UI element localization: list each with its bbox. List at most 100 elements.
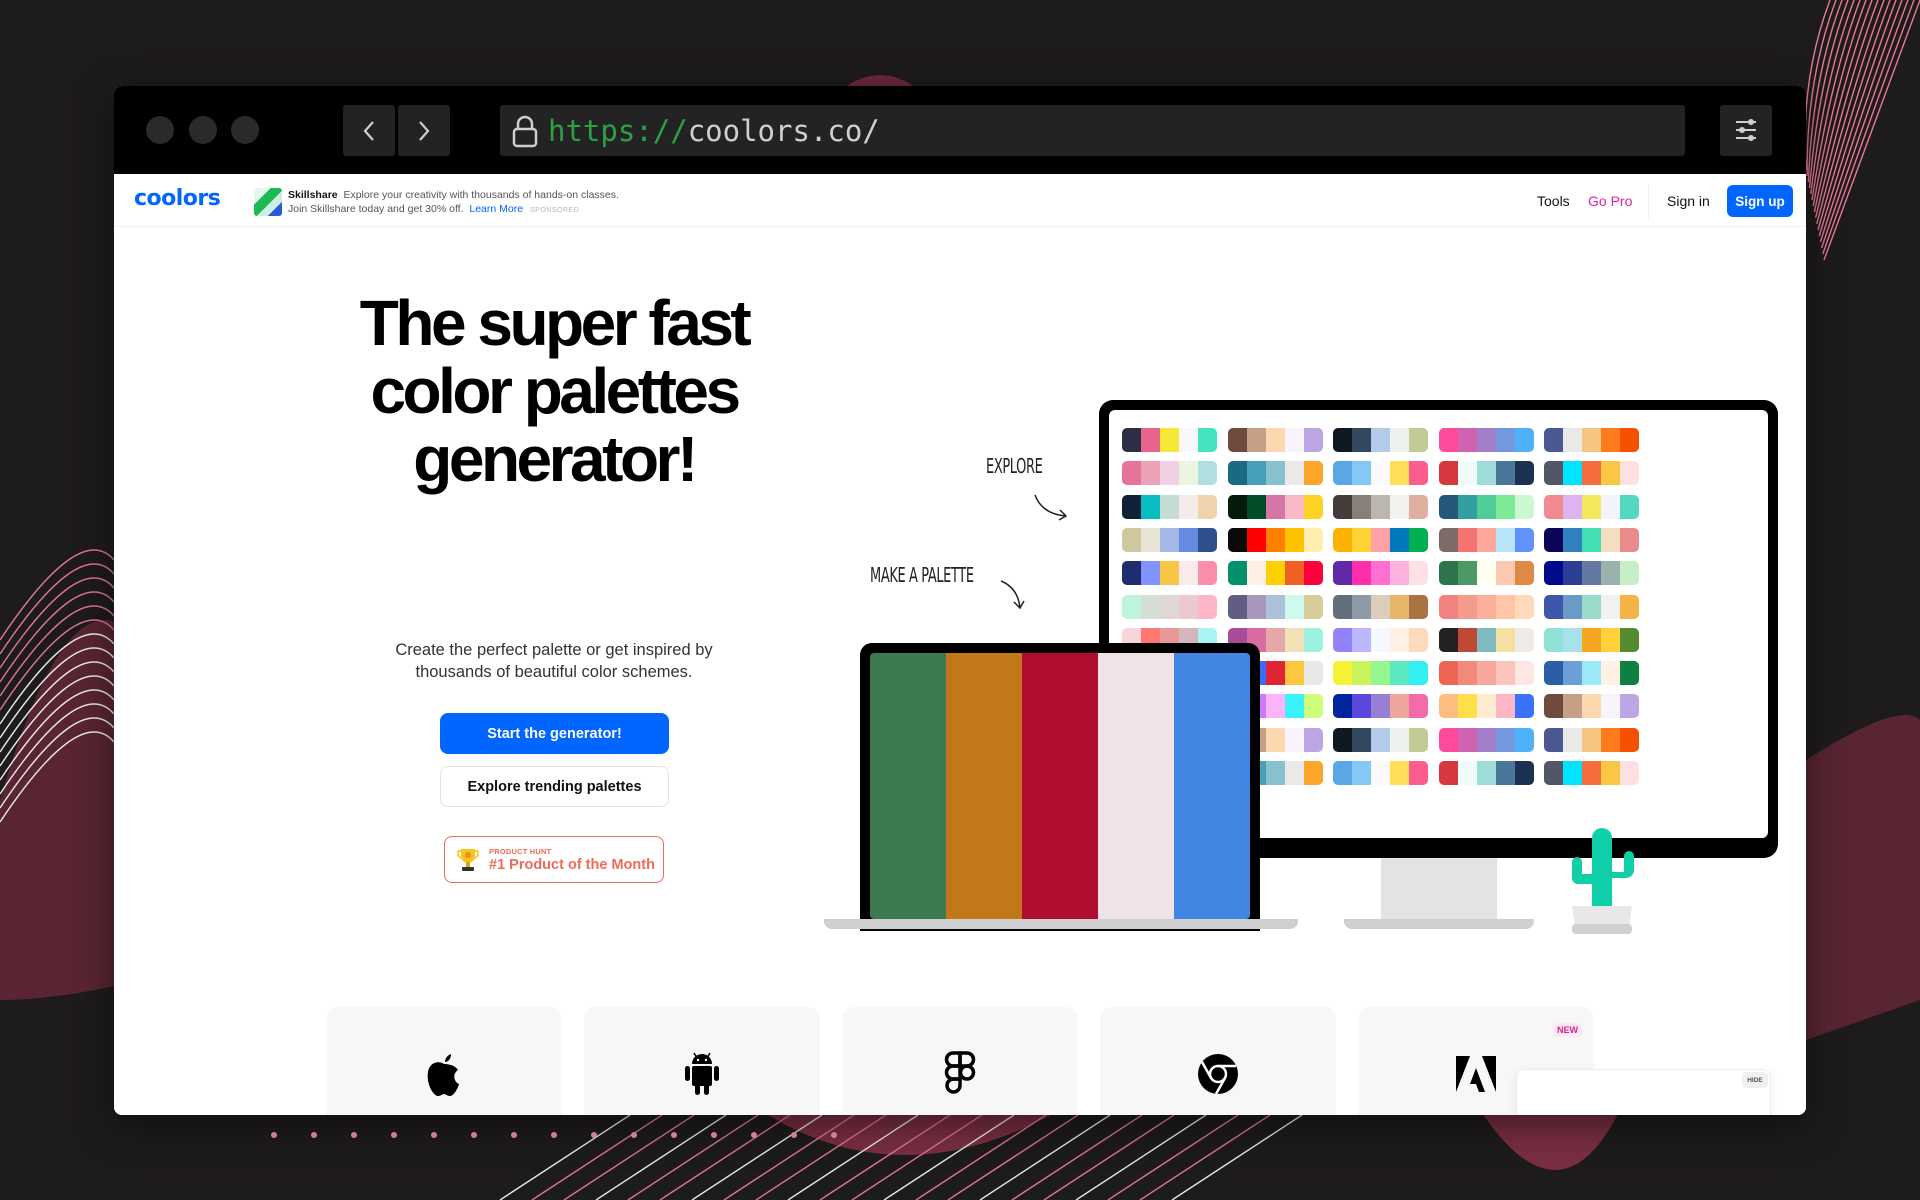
palette-swatch: [1303, 661, 1323, 686]
palette-thumbnail: [1438, 727, 1534, 752]
palette-swatch: [1563, 694, 1582, 719]
browser-menu-button[interactable]: [1720, 105, 1772, 156]
palette-swatch: [1333, 727, 1352, 752]
palette-swatch: [1303, 761, 1323, 785]
palette-swatch: [1620, 727, 1639, 752]
feature-card-android-app[interactable]: Android AppThousands of palettes in your…: [584, 1007, 820, 1115]
palette-swatch: [1476, 694, 1496, 719]
laptop-swatch: [946, 653, 1022, 919]
nav-go-pro[interactable]: Go Pro: [1588, 174, 1632, 227]
palette-swatch: [1495, 627, 1515, 652]
palette-swatch: [1390, 694, 1409, 719]
palette-swatch: [1227, 594, 1247, 619]
hero-subtitle-line: thousands of beautiful color schemes.: [415, 663, 693, 681]
palette-swatch: [1141, 527, 1160, 552]
coolors-logo[interactable]: coolors: [134, 186, 221, 211]
palette-thumbnail: [1122, 428, 1217, 452]
sign-in-link[interactable]: Sign in: [1667, 174, 1710, 227]
palette-swatch: [1620, 761, 1639, 785]
chrome-icon: [1196, 1049, 1240, 1099]
explore-annotation: EXPLORE: [986, 454, 1043, 478]
palette-swatch: [1495, 461, 1515, 486]
palette-swatch: [1265, 661, 1285, 686]
palette-swatch: [1303, 461, 1323, 486]
palette-swatch: [1265, 594, 1285, 619]
palette-swatch: [1582, 727, 1601, 752]
product-hunt-badge[interactable]: PRODUCT HUNT #1 Product of the Month: [444, 836, 664, 883]
nav-tools[interactable]: Tools: [1537, 174, 1570, 227]
palette-thumbnail: [1333, 461, 1428, 486]
palette-swatch: [1544, 594, 1563, 619]
palette-swatch: [1582, 627, 1601, 652]
palette-swatch: [1563, 527, 1582, 552]
palette-swatch: [1582, 428, 1601, 452]
palette-swatch: [1495, 561, 1515, 586]
palette-swatch: [1141, 461, 1160, 486]
palette-swatch: [1514, 627, 1534, 652]
bg-dot: [311, 1132, 317, 1138]
start-generator-button[interactable]: Start the generator!: [440, 713, 669, 754]
palette-swatch: [1265, 527, 1285, 552]
palette-swatch: [1303, 627, 1323, 652]
palette-swatch: [1160, 494, 1179, 519]
forward-button[interactable]: [398, 105, 450, 156]
palette-thumbnail: [1333, 661, 1428, 686]
palette-swatch: [1246, 461, 1266, 486]
url-host: coolors.co/: [687, 113, 880, 148]
sponsored-ad[interactable]: Skillshare Explore your creativity with …: [254, 188, 628, 218]
ad-learn-more-link[interactable]: Learn More: [469, 203, 523, 215]
palette-swatch: [1141, 494, 1160, 519]
palette-thumbnail: [1438, 661, 1534, 686]
palette-swatch: [1179, 494, 1198, 519]
bg-dot: [391, 1132, 397, 1138]
bg-line: [595, 1114, 727, 1200]
palette-swatch: [1409, 461, 1428, 486]
palette-swatch: [1495, 694, 1515, 719]
palette-swatch: [1284, 627, 1304, 652]
palette-swatch: [1265, 561, 1285, 586]
palette-thumbnail: [1438, 561, 1534, 586]
palette-swatch: [1544, 727, 1563, 752]
palette-swatch: [1582, 694, 1601, 719]
palette-swatch: [1122, 527, 1141, 552]
bg-blob-bottom: [760, 1110, 1060, 1155]
feature-card-chrome-extension[interactable]: ChromeExtensionGet and edit a palette: [1100, 1007, 1336, 1115]
palette-thumbnail: [1544, 661, 1639, 686]
palette-thumbnail: [1544, 461, 1639, 486]
laptop-swatch: [1098, 653, 1174, 919]
window-dot-maximize[interactable]: [231, 116, 259, 144]
palette-swatch: [1544, 428, 1563, 452]
palette-swatch: [1438, 627, 1458, 652]
palette-swatch: [1352, 727, 1371, 752]
laptop-swatch: [1022, 653, 1098, 919]
palette-swatch: [1227, 561, 1247, 586]
sign-up-button[interactable]: Sign up: [1727, 185, 1793, 217]
back-button[interactable]: [343, 105, 395, 156]
palette-swatch: [1390, 594, 1409, 619]
palette-swatch: [1352, 661, 1371, 686]
product-hunt-text: PRODUCT HUNT #1 Product of the Month: [489, 847, 655, 873]
hero-subtitle-line: Create the perfect palette or get inspir…: [395, 641, 713, 659]
palette-swatch: [1438, 594, 1458, 619]
feature-card-ios-app[interactable]: iOS AppCreate, browse and save palettes …: [326, 1007, 562, 1115]
palette-swatch: [1122, 428, 1141, 452]
palette-swatch: [1371, 661, 1390, 686]
palette-swatch: [1333, 694, 1352, 719]
feature-card-figma-plugin[interactable]: Figma PluginAll palettes right in your w…: [842, 1007, 1078, 1115]
palette-swatch: [1601, 627, 1620, 652]
bg-dot: [671, 1132, 677, 1138]
palette-swatch: [1265, 461, 1285, 486]
popup-hide-button[interactable]: HIDE: [1742, 1072, 1768, 1088]
palette-thumbnail: [1544, 561, 1639, 586]
palette-swatch: [1514, 527, 1534, 552]
palette-swatch: [1563, 561, 1582, 586]
address-bar[interactable]: https://coolors.co/: [500, 105, 1685, 156]
window-dot-minimize[interactable]: [189, 116, 217, 144]
window-dot-close[interactable]: [146, 116, 174, 144]
palette-swatch: [1582, 561, 1601, 586]
palette-swatch: [1601, 694, 1620, 719]
explore-trending-button[interactable]: Explore trending palettes: [440, 766, 669, 807]
palette-swatch: [1409, 428, 1428, 452]
palette-swatch: [1476, 761, 1496, 785]
palette-swatch: [1284, 594, 1304, 619]
